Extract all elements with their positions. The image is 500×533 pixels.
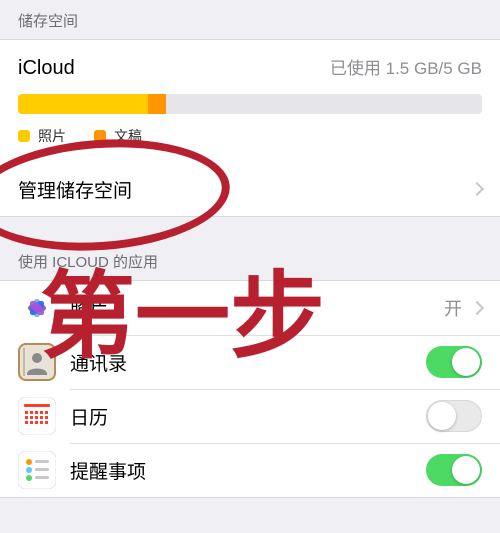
app-label: 照片 bbox=[70, 295, 444, 322]
app-row-calendar: 日历 bbox=[0, 389, 500, 443]
toggle-knob bbox=[452, 456, 480, 484]
toggle-reminders[interactable] bbox=[426, 454, 482, 486]
legend-photos-swatch bbox=[18, 130, 30, 142]
app-value: 开 bbox=[444, 295, 462, 321]
toggle-knob bbox=[428, 402, 456, 430]
storage-bar bbox=[18, 94, 482, 114]
photos-icon bbox=[18, 289, 56, 327]
app-row-photos[interactable]: 照片 开 bbox=[0, 281, 500, 335]
storage-bar-docs bbox=[148, 94, 167, 114]
storage-cell: iCloud 已使用 1.5 GB/5 GB 照片 文稿 bbox=[0, 40, 500, 162]
storage-usage-text: 已使用 1.5 GB/5 GB bbox=[330, 54, 482, 79]
storage-legend: 照片 文稿 bbox=[18, 126, 482, 146]
toggle-calendar[interactable] bbox=[426, 400, 482, 432]
section-header-apps: 使用 ICLOUD 的应用 bbox=[0, 241, 500, 280]
legend-photos: 照片 bbox=[18, 126, 66, 146]
storage-title: iCloud bbox=[18, 57, 75, 80]
manage-storage-row[interactable]: 管理储存空间 bbox=[0, 162, 500, 216]
legend-docs: 文稿 bbox=[94, 126, 142, 146]
app-label: 日历 bbox=[70, 403, 426, 430]
contacts-icon bbox=[18, 343, 56, 381]
legend-docs-label: 文稿 bbox=[114, 126, 142, 146]
legend-photos-label: 照片 bbox=[38, 126, 66, 146]
storage-group: iCloud 已使用 1.5 GB/5 GB 照片 文稿 管理储存空间 bbox=[0, 39, 500, 217]
app-label: 通讯录 bbox=[70, 349, 426, 376]
toggle-knob bbox=[452, 348, 480, 376]
calendar-icon bbox=[18, 397, 56, 435]
reminders-icon bbox=[18, 451, 56, 489]
section-header-storage: 储存空间 bbox=[0, 0, 500, 39]
manage-storage-label: 管理储存空间 bbox=[18, 176, 462, 203]
app-row-contacts: 通讯录 bbox=[0, 335, 500, 389]
apps-group: 照片 开 通讯录 bbox=[0, 280, 500, 498]
storage-bar-photos bbox=[18, 94, 148, 114]
chevron-right-icon bbox=[470, 301, 484, 315]
app-row-reminders: 提醒事项 bbox=[0, 443, 500, 497]
app-label: 提醒事项 bbox=[70, 457, 426, 484]
chevron-right-icon bbox=[470, 182, 484, 196]
toggle-contacts[interactable] bbox=[426, 346, 482, 378]
legend-docs-swatch bbox=[94, 130, 106, 142]
